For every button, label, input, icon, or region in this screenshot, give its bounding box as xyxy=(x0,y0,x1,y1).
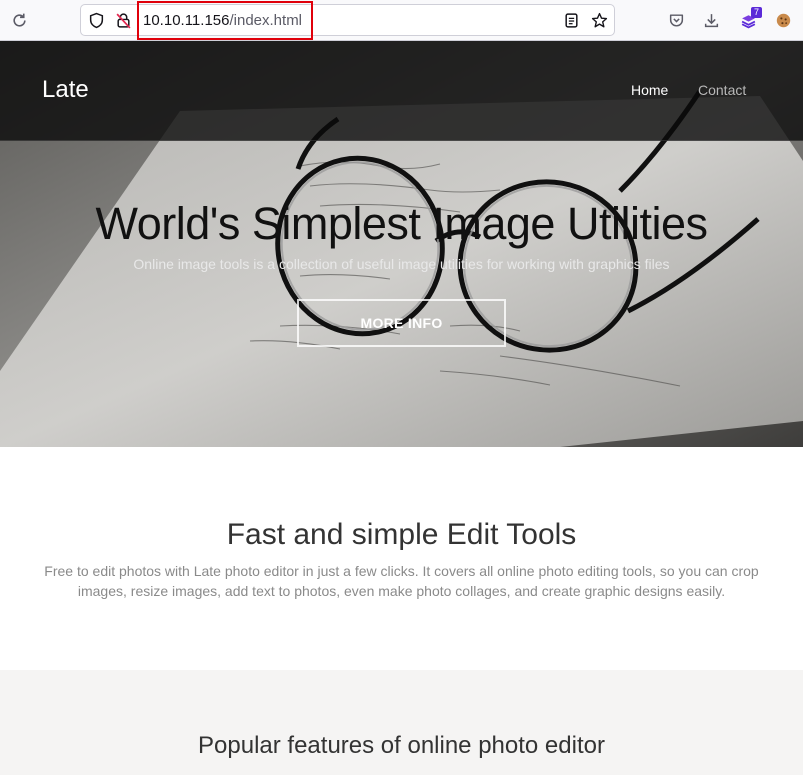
nav-home-link[interactable]: Home xyxy=(631,82,668,98)
reload-button[interactable] xyxy=(5,6,33,34)
pocket-button[interactable] xyxy=(662,6,690,34)
features-title: Popular features of online photo editor xyxy=(198,732,605,759)
browser-toolbar: 10.10.11.156/index.html 7 xyxy=(0,0,803,41)
website: Late Home Contact World's Simplest Image… xyxy=(0,41,803,775)
hero-subtitle: Online image tools is a collection of us… xyxy=(133,256,670,272)
hero-title: World's Simplest Image Utilities xyxy=(95,198,708,249)
reader-view-icon[interactable] xyxy=(563,12,580,29)
url-text[interactable]: 10.10.11.156/index.html xyxy=(143,12,302,29)
site-brand[interactable]: Late xyxy=(42,76,89,104)
extension-badge: 7 xyxy=(750,7,762,18)
reload-icon xyxy=(12,13,26,27)
cookie-icon xyxy=(776,13,790,27)
nav-contact-link[interactable]: Contact xyxy=(698,82,746,98)
more-info-button[interactable]: MORE INFO xyxy=(297,299,506,347)
download-icon xyxy=(704,13,718,27)
downloads-button[interactable] xyxy=(697,6,725,34)
pocket-icon xyxy=(669,13,683,27)
edit-tools-description: Free to edit photos with Late photo edit… xyxy=(44,563,759,599)
url-host: 10.10.11.156 xyxy=(143,12,230,29)
features-section: Popular features of online photo editor xyxy=(0,670,803,775)
url-bar[interactable]: 10.10.11.156/index.html xyxy=(80,1,615,40)
edit-tools-title: Fast and simple Edit Tools xyxy=(226,518,577,551)
cookie-extension-button[interactable] xyxy=(769,6,797,34)
extension-button[interactable]: 7 xyxy=(734,6,762,34)
bookmark-star-icon[interactable] xyxy=(591,12,608,29)
shield-icon[interactable] xyxy=(88,12,105,29)
url-path: /index.html xyxy=(229,12,303,29)
site-navbar: Late Home Contact xyxy=(0,41,803,141)
insecure-lock-icon[interactable] xyxy=(115,12,132,29)
hero-section: Late Home Contact World's Simplest Image… xyxy=(0,41,803,447)
edit-tools-section: Fast and simple Edit Tools Free to edit … xyxy=(0,447,803,670)
